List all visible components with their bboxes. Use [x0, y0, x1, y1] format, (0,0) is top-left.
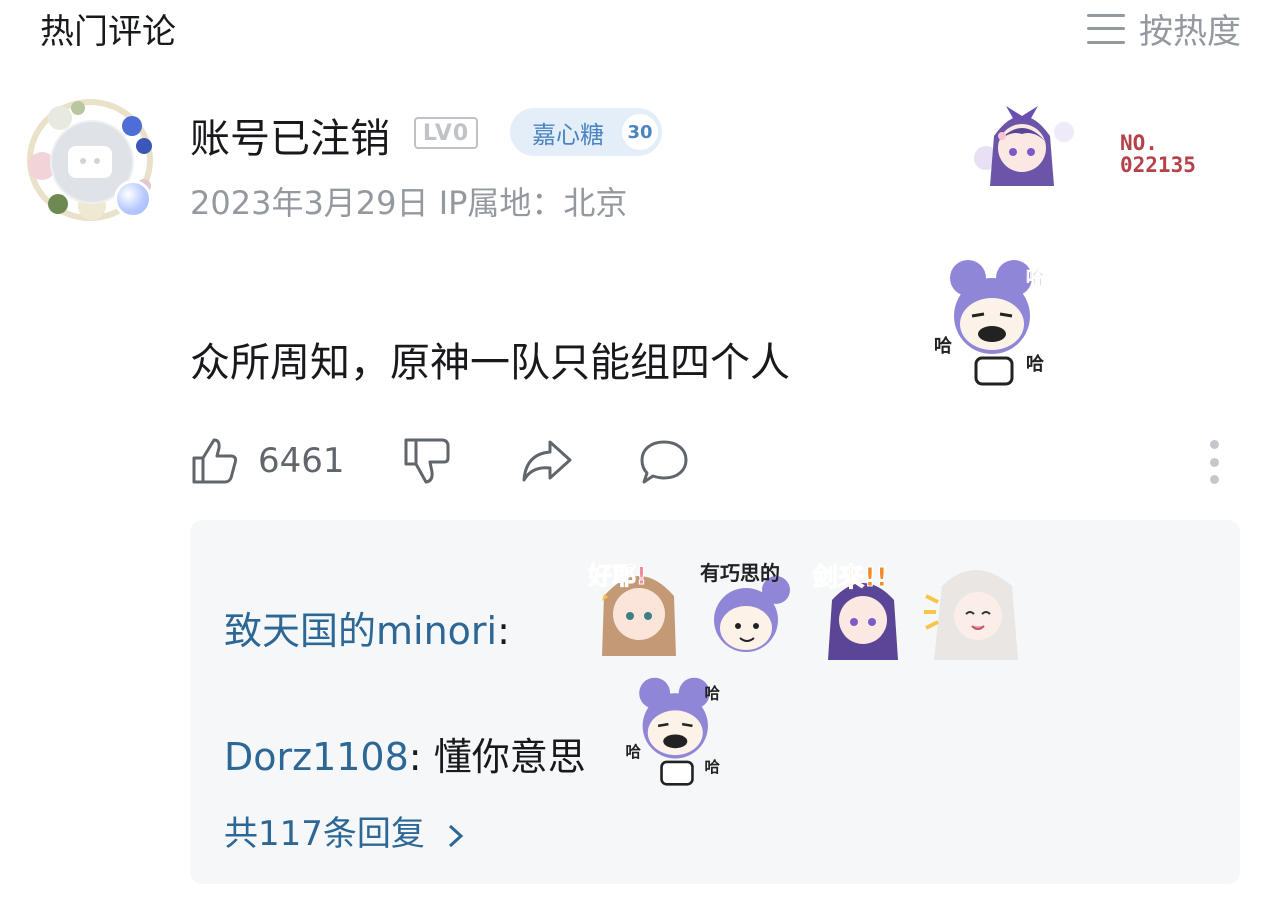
svg-text:哈: 哈	[705, 683, 721, 702]
chevron-right-icon	[448, 824, 463, 847]
decoration-number: NO. 022135	[1120, 132, 1196, 176]
svg-text:好耶!: 好耶!	[587, 562, 647, 590]
like-button[interactable]: 6461	[190, 436, 345, 486]
share-icon[interactable]	[520, 438, 574, 484]
svg-text:有巧思的: 有巧思的	[700, 561, 780, 585]
svg-text:哈: 哈	[1026, 353, 1044, 375]
verified-icon	[114, 180, 152, 218]
comment-text: 众所周知，原神一队只能组四个人	[190, 340, 790, 386]
white-hair-sticker-image	[924, 570, 1018, 660]
more-replies-label: 共117条回复	[224, 814, 425, 854]
sort-button[interactable]: 按热度	[1087, 4, 1241, 53]
username[interactable]: 账号已注销	[190, 106, 390, 164]
svg-text:哈: 哈	[934, 335, 952, 357]
reply-colon: :	[408, 735, 422, 779]
haoye-sticker-image: 好耶!	[587, 562, 676, 656]
tv-icon	[68, 146, 112, 178]
svg-text:哈: 哈	[625, 742, 641, 761]
decoration-character-image	[974, 106, 1074, 186]
comment-meta: 2023年3月29日 IP属地：北京	[190, 184, 628, 222]
svg-text:剑来!!: 剑来!!	[812, 562, 888, 593]
decoration-number-value: 022135	[1120, 153, 1196, 177]
reply-preview[interactable]: 致天国的minori: 好耶! 有巧思的 剑来!! Dorz1108: 懂你意思	[190, 520, 1240, 884]
decoration-number-prefix: NO.	[1120, 131, 1158, 155]
more-vertical-icon[interactable]	[1208, 440, 1220, 484]
avatar[interactable]	[22, 96, 160, 224]
reply-text: 懂你意思	[421, 735, 586, 779]
menu-icon	[1087, 13, 1125, 44]
view-more-replies-link[interactable]: 共117条回复	[224, 806, 466, 855]
svg-text:哈: 哈	[705, 757, 721, 776]
reply-username[interactable]: 致天国的minori	[224, 609, 497, 653]
svg-text:哈: 哈	[1026, 267, 1044, 289]
fan-medal-name: 嘉心糖	[532, 120, 604, 149]
laugh-sticker-image: 哈 哈 哈	[625, 677, 721, 786]
reply-item[interactable]: 致天国的minori:	[224, 600, 510, 655]
reply-username[interactable]: Dorz1108	[224, 735, 409, 779]
level-badge: LV0	[414, 117, 478, 149]
fan-medal-level: 30	[622, 114, 658, 150]
laugh-sticker-image: 哈 哈 哈	[934, 260, 1044, 386]
reply-item[interactable]: Dorz1108: 懂你意思	[224, 726, 586, 781]
thumbs-down-icon[interactable]	[402, 436, 454, 486]
comment-icon[interactable]	[638, 438, 690, 486]
like-count: 6461	[258, 441, 345, 481]
reply-colon: :	[497, 609, 510, 653]
section-title: 热门评论	[40, 12, 176, 52]
thumbs-up-icon	[192, 438, 238, 484]
fan-medal[interactable]: 嘉心糖 30	[510, 108, 662, 156]
youqiaosi-sticker-image: 有巧思的	[700, 561, 790, 652]
sort-label: 按热度	[1139, 12, 1241, 52]
jianlai-sticker-image: 剑来!!	[812, 562, 898, 660]
